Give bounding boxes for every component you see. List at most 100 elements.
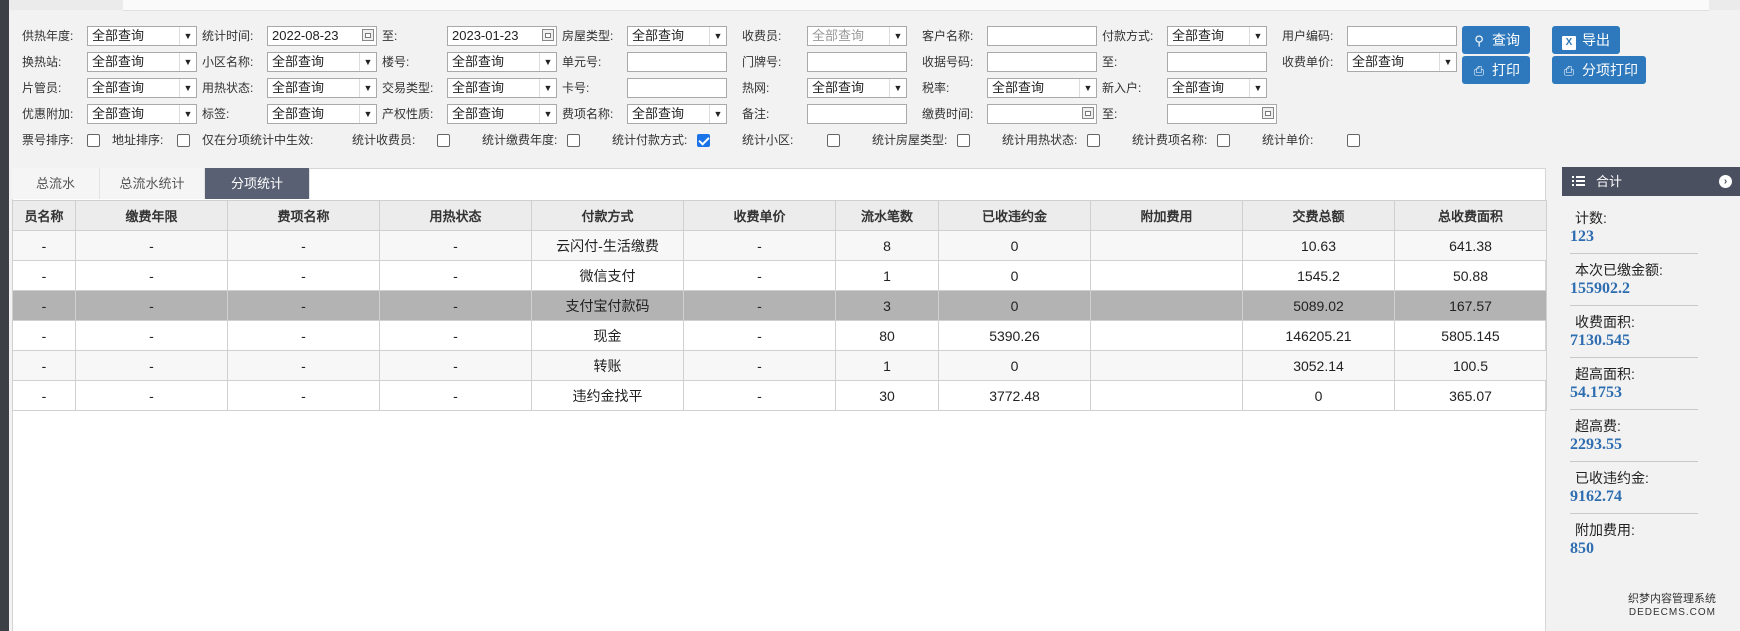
- export-button[interactable]: X 导出: [1552, 26, 1620, 54]
- cell-collector-name: -: [12, 320, 76, 351]
- col-total-paid[interactable]: 交费总额: [1242, 200, 1395, 231]
- cell-penalty-received: 0: [938, 260, 1091, 291]
- pay-time-to-input[interactable]: [1167, 104, 1277, 124]
- query-button[interactable]: ⚲ 查询: [1462, 26, 1530, 54]
- cell-extra-fee: [1090, 290, 1243, 321]
- table-row[interactable]: - - - - 微信支付 -1 0 1545.2 50.88: [12, 260, 1547, 291]
- col-extra-fee[interactable]: 附加费用: [1090, 200, 1243, 231]
- collector-select[interactable]: 全部查询 ▼: [807, 26, 907, 46]
- col-heat-status[interactable]: 用热状态: [379, 200, 532, 231]
- stat-payment-checkbox[interactable]: [697, 134, 710, 147]
- building-select[interactable]: 全部查询 ▼: [447, 52, 557, 72]
- cell-flow-count: 1: [835, 260, 939, 291]
- cell-pay-years: -: [75, 350, 228, 381]
- sub-print-button[interactable]: ⎙ 分项打印: [1552, 56, 1646, 84]
- col-penalty-received[interactable]: 已收违约金: [938, 200, 1091, 231]
- fee-name-select[interactable]: 全部查询 ▼: [627, 104, 727, 124]
- col-total-area[interactable]: 总收费面积: [1394, 200, 1547, 231]
- stats-table: 员名称 缴费年限 费项名称 用热状态 付款方式 收费单价 流水笔数 已收违约金 …: [12, 200, 1547, 411]
- customer-name-input[interactable]: [987, 26, 1097, 46]
- col-unit-price[interactable]: 收费单价: [683, 200, 836, 231]
- manager-select[interactable]: 全部查询 ▼: [87, 78, 197, 98]
- stat-fee-name-label: 统计费项名称:: [1132, 133, 1208, 147]
- print-button[interactable]: ⎙ 打印: [1462, 56, 1530, 84]
- cell-total-area: 50.88: [1394, 260, 1547, 291]
- cell-heat-status: -: [379, 260, 532, 291]
- table-row[interactable]: - - - - 支付宝付款码 -3 0 5089.02 167.57: [12, 290, 1547, 321]
- cell-fee-name: -: [227, 230, 380, 261]
- new-user-select[interactable]: 全部查询 ▼: [1167, 78, 1267, 98]
- col-pay-years[interactable]: 缴费年限: [75, 200, 228, 231]
- calendar-icon[interactable]: [1262, 107, 1274, 119]
- stat-year-checkbox[interactable]: [567, 134, 580, 147]
- cell-pay-years: -: [75, 260, 228, 291]
- stat-collector-label: 统计收费员:: [352, 133, 416, 147]
- calendar-icon[interactable]: [542, 29, 554, 41]
- stat-house-type-checkbox[interactable]: [957, 134, 970, 147]
- door-input[interactable]: [807, 52, 907, 72]
- table-row[interactable]: - - - - 违约金找平 -30 3772.48 0 365.07: [12, 380, 1547, 411]
- discount-select[interactable]: 全部查询 ▼: [87, 104, 197, 124]
- table-row[interactable]: - - - - 现金 -80 5390.26 146205.21 5805.145: [12, 320, 1547, 351]
- station-select[interactable]: 全部查询 ▼: [87, 52, 197, 72]
- community-label: 小区名称:: [202, 55, 254, 69]
- col-collector-name[interactable]: 员名称: [12, 200, 76, 231]
- calendar-icon[interactable]: [1082, 107, 1094, 119]
- heating-year-select[interactable]: 全部查询 ▼: [87, 26, 197, 46]
- cell-unit-price: -: [683, 320, 836, 351]
- property-select[interactable]: 全部查询 ▼: [447, 104, 557, 124]
- col-payment-method[interactable]: 付款方式: [531, 200, 684, 231]
- cell-penalty-received: 3772.48: [938, 380, 1091, 411]
- table-row[interactable]: - - - - 云闪付-生活缴费 -8 0 10.63 641.38: [12, 230, 1547, 261]
- calendar-icon[interactable]: [362, 29, 374, 41]
- house-type-select[interactable]: 全部查询 ▼: [627, 26, 727, 46]
- stat-time-to-input[interactable]: 2023-01-23: [447, 26, 557, 46]
- heat-status-select[interactable]: 全部查询 ▼: [267, 78, 377, 98]
- trade-type-value: 全部查询: [452, 80, 505, 95]
- cell-penalty-received: 0: [938, 290, 1091, 321]
- table-row[interactable]: - - - - 转账 -1 0 3052.14 100.5: [12, 350, 1547, 381]
- community-select[interactable]: 全部查询 ▼: [267, 52, 377, 72]
- cell-payment-method: 转账: [531, 350, 684, 381]
- cell-collector-name: -: [12, 230, 76, 261]
- tax-select[interactable]: 全部查询 ▼: [987, 78, 1097, 98]
- chevron-right-icon[interactable]: ›: [1719, 175, 1732, 188]
- customer-name-label: 客户名称:: [922, 29, 974, 43]
- summary-item: 收费面积: 7130.545: [1570, 313, 1698, 358]
- stat-fee-name-checkbox[interactable]: [1217, 134, 1230, 147]
- payment-method-select[interactable]: 全部查询 ▼: [1167, 26, 1267, 46]
- tab-total-flow-stats[interactable]: 总流水统计: [100, 168, 205, 199]
- export-button-label: 导出: [1582, 32, 1610, 48]
- pay-time-from-input[interactable]: [987, 104, 1097, 124]
- unit-price-label: 收费单价:: [1282, 55, 1334, 69]
- watermark-line2: DEDECMS.COM: [1628, 607, 1716, 618]
- col-fee-name[interactable]: 费项名称: [227, 200, 380, 231]
- stat-heat-status-checkbox[interactable]: [1087, 134, 1100, 147]
- stat-community-checkbox[interactable]: [827, 134, 840, 147]
- trade-type-select[interactable]: 全部查询 ▼: [447, 78, 557, 98]
- tag-select[interactable]: 全部查询 ▼: [267, 104, 377, 124]
- building-label: 楼号:: [382, 55, 410, 69]
- address-sort-checkbox[interactable]: [177, 134, 190, 147]
- unit-input[interactable]: [627, 52, 727, 72]
- summary-item-value: 850: [1570, 540, 1594, 557]
- network-select[interactable]: 全部查询 ▼: [807, 78, 907, 98]
- card-input[interactable]: [627, 78, 727, 98]
- cell-total-area: 167.57: [1394, 290, 1547, 321]
- sub-only-label: 仅在分项统计中生效:: [202, 133, 314, 147]
- ticket-sort-checkbox[interactable]: [87, 134, 100, 147]
- tab-sub-stats[interactable]: 分项统计: [205, 168, 310, 199]
- stat-unit-price-checkbox[interactable]: [1347, 134, 1360, 147]
- network-value: 全部查询: [812, 80, 865, 95]
- col-flow-count[interactable]: 流水笔数: [835, 200, 939, 231]
- stat-collector-checkbox[interactable]: [437, 134, 450, 147]
- chevron-down-icon: ▼: [709, 27, 726, 45]
- chevron-down-icon: ▼: [179, 53, 196, 71]
- remark-input[interactable]: [807, 104, 907, 124]
- tab-total-flow[interactable]: 总流水: [12, 168, 100, 199]
- receipt-no-input[interactable]: [987, 52, 1097, 72]
- unit-price-select[interactable]: 全部查询 ▼: [1347, 52, 1457, 72]
- receipt-to-input[interactable]: [1167, 52, 1267, 72]
- stat-time-from-input[interactable]: 2022-08-23: [267, 26, 377, 46]
- user-code-input[interactable]: [1347, 26, 1457, 46]
